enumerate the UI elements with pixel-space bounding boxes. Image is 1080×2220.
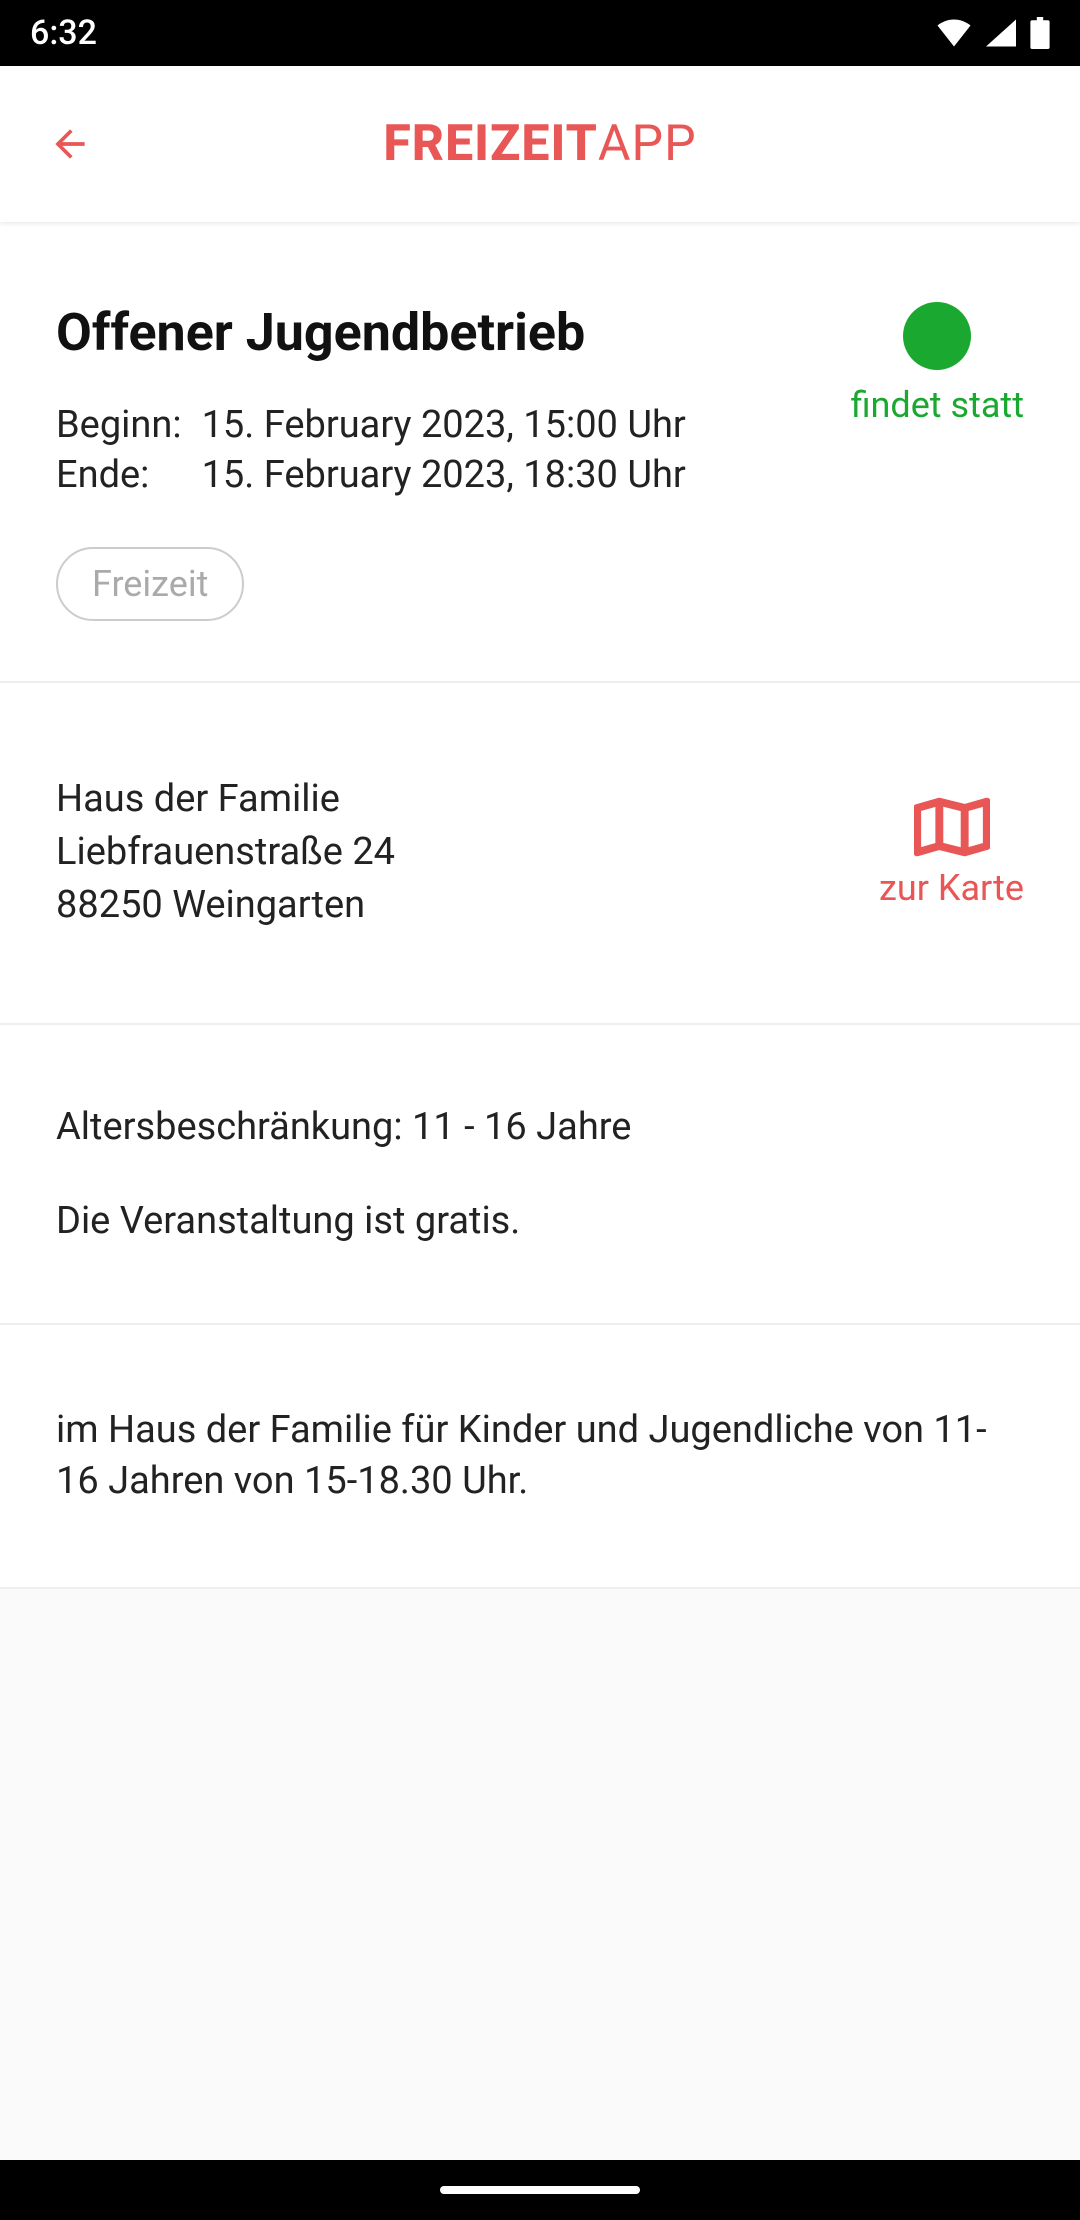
- arrow-left-icon: [48, 122, 92, 166]
- price-info: Die Veranstaltung ist gratis.: [56, 1199, 1024, 1243]
- age-restriction: Altersbeschränkung: 11 - 16 Jahre: [56, 1105, 1024, 1149]
- status-text: findet statt: [851, 384, 1024, 426]
- description-text: im Haus der Familie für Kinder und Jugen…: [56, 1405, 1024, 1508]
- device-nav-bar: [0, 2160, 1080, 2220]
- event-status: findet statt: [851, 302, 1024, 426]
- begin-value: 15. February 2023, 15:00 Uhr: [202, 403, 686, 447]
- nav-pill[interactable]: [440, 2186, 640, 2194]
- address-block: Haus der Familie Liebfrauenstraße 24 882…: [56, 773, 395, 933]
- event-time-grid: Beginn: 15. February 2023, 15:00 Uhr End…: [56, 403, 686, 497]
- status-dot-icon: [903, 302, 971, 370]
- event-header-row: Offener Jugendbetrieb Beginn: 15. Februa…: [56, 302, 1024, 621]
- back-button[interactable]: [30, 104, 110, 184]
- info-section: Altersbeschränkung: 11 - 16 Jahre Die Ve…: [0, 1025, 1080, 1325]
- description-section: im Haus der Familie für Kinder und Jugen…: [0, 1325, 1080, 1590]
- status-icons: [936, 17, 1050, 49]
- address-line3: 88250 Weingarten: [56, 879, 395, 932]
- wifi-icon: [936, 19, 972, 47]
- map-link-text: zur Karte: [879, 867, 1024, 909]
- category-tag[interactable]: Freizeit: [56, 547, 244, 621]
- begin-label: Beginn:: [56, 403, 182, 447]
- battery-icon: [1030, 17, 1050, 49]
- map-link[interactable]: zur Karte: [879, 797, 1024, 909]
- status-time: 6:32: [30, 13, 97, 53]
- map-icon: [914, 797, 990, 857]
- signal-icon: [986, 19, 1016, 47]
- app-window: FREIZEITAPP Offener Jugendbetrieb Beginn…: [0, 66, 1080, 2160]
- device-status-bar: 6:32: [0, 0, 1080, 66]
- end-label: Ende:: [56, 453, 182, 497]
- end-value: 15. February 2023, 18:30 Uhr: [202, 453, 686, 497]
- address-line2: Liebfrauenstraße 24: [56, 826, 395, 879]
- address-section: Haus der Familie Liebfrauenstraße 24 882…: [0, 683, 1080, 1025]
- app-title-bold: FREIZEIT: [383, 115, 598, 173]
- event-header-section: Offener Jugendbetrieb Beginn: 15. Februa…: [0, 222, 1080, 683]
- address-line1: Haus der Familie: [56, 773, 395, 826]
- app-title: FREIZEITAPP: [383, 115, 696, 173]
- content-area[interactable]: Offener Jugendbetrieb Beginn: 15. Februa…: [0, 222, 1080, 2160]
- event-title-block: Offener Jugendbetrieb Beginn: 15. Februa…: [56, 302, 686, 621]
- event-title: Offener Jugendbetrieb: [56, 302, 686, 363]
- app-header: FREIZEITAPP: [0, 66, 1080, 222]
- app-title-light: APP: [598, 115, 697, 173]
